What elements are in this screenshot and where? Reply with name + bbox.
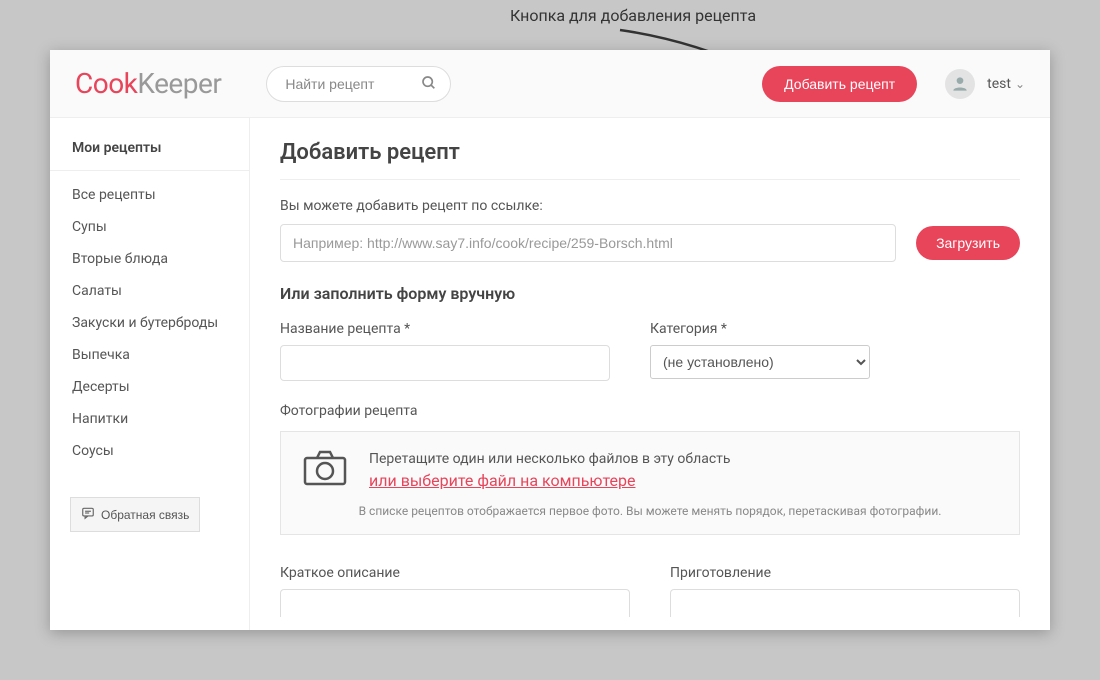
- short-description-textarea[interactable]: [280, 589, 630, 617]
- category-label: Категория *: [650, 321, 1020, 337]
- sidebar: Мои рецепты Все рецепты Супы Вторые блюд…: [50, 118, 250, 630]
- sidebar-item-drinks[interactable]: Напитки: [50, 403, 249, 435]
- user-menu[interactable]: test ⌄: [945, 69, 1025, 99]
- user-name: test: [987, 76, 1011, 92]
- feedback-label: Обратная связь: [101, 508, 189, 522]
- sidebar-title: Мои рецепты: [50, 140, 249, 171]
- sidebar-item-baking[interactable]: Выпечка: [50, 339, 249, 371]
- dropzone-hint: В списке рецептов отображается первое фо…: [303, 504, 997, 518]
- sidebar-item-soups[interactable]: Супы: [50, 211, 249, 243]
- sidebar-item-salads[interactable]: Салаты: [50, 275, 249, 307]
- sidebar-item-all[interactable]: Все рецепты: [50, 179, 249, 211]
- photos-label: Фотографии рецепта: [280, 403, 1020, 419]
- load-button[interactable]: Загрузить: [916, 226, 1020, 260]
- dropzone-choose-link[interactable]: или выберите файл на компьютере: [369, 471, 730, 490]
- recipe-url-input[interactable]: [280, 224, 896, 262]
- category-select[interactable]: (не установлено): [650, 345, 870, 379]
- logo[interactable]: CookKeeper: [75, 67, 221, 100]
- recipe-name-input[interactable]: [280, 345, 610, 381]
- page-title: Добавить рецепт: [280, 140, 1020, 180]
- body: Мои рецепты Все рецепты Супы Вторые блюд…: [50, 118, 1050, 630]
- camera-icon: [303, 450, 347, 490]
- photo-dropzone[interactable]: Перетащите один или несколько файлов в э…: [280, 431, 1020, 535]
- preparation-textarea[interactable]: [670, 589, 1020, 617]
- main-content: Добавить рецепт Вы можете добавить рецеп…: [250, 118, 1050, 630]
- sidebar-item-appetizers[interactable]: Закуски и бутерброды: [50, 307, 249, 339]
- search-wrap: [266, 66, 451, 102]
- chat-icon: [81, 506, 95, 523]
- short-description-label: Краткое описание: [280, 565, 630, 581]
- logo-part1: Cook: [75, 67, 137, 100]
- app-window: CookKeeper Добавить рецепт test ⌄ Мои ре…: [50, 50, 1050, 630]
- url-row: Загрузить: [280, 224, 1020, 262]
- dropzone-drag-text: Перетащите один или несколько файлов в э…: [369, 451, 730, 467]
- preparation-label: Приготовление: [670, 565, 1020, 581]
- annotation-add-button: Кнопка для добавления рецепта: [510, 6, 756, 25]
- feedback-button[interactable]: Обратная связь: [70, 497, 200, 532]
- recipe-name-label: Название рецепта *: [280, 321, 610, 337]
- description-row: Краткое описание Приготовление: [280, 565, 1020, 617]
- add-recipe-button[interactable]: Добавить рецепт: [762, 66, 917, 102]
- sidebar-item-desserts[interactable]: Десерты: [50, 371, 249, 403]
- chevron-down-icon: ⌄: [1015, 77, 1025, 91]
- sidebar-item-main-courses[interactable]: Вторые блюда: [50, 243, 249, 275]
- search-icon[interactable]: [421, 75, 437, 95]
- avatar-icon: [945, 69, 975, 99]
- name-category-row: Название рецепта * Категория * (не устан…: [280, 321, 1020, 381]
- topbar: CookKeeper Добавить рецепт test ⌄: [50, 50, 1050, 118]
- manual-form-heading: Или заполнить форму вручную: [280, 284, 1020, 303]
- logo-part2: Keeper: [137, 67, 221, 100]
- sidebar-item-sauces[interactable]: Соусы: [50, 435, 249, 467]
- url-instruction: Вы можете добавить рецепт по ссылке:: [280, 198, 1020, 214]
